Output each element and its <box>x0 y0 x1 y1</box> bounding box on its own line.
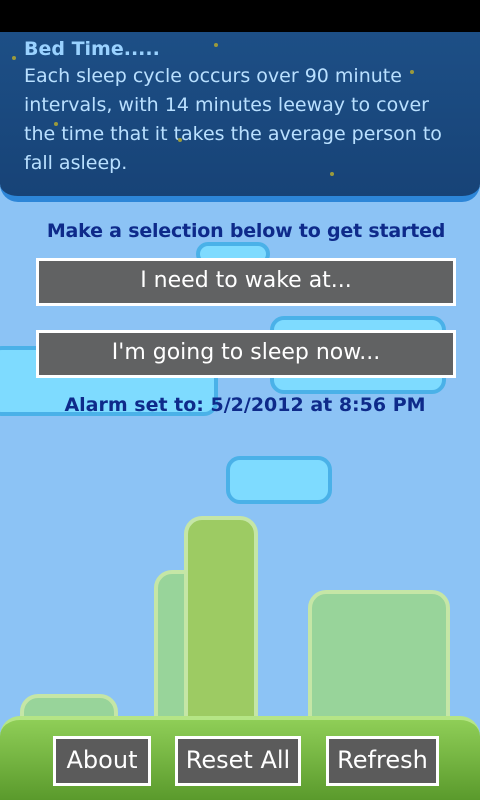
info-text: Each sleep cycle occurs over 90 minute i… <box>24 65 442 174</box>
star-decoration <box>214 43 218 47</box>
star-decoration <box>178 138 182 142</box>
wake-at-button[interactable]: I need to wake at... <box>36 258 456 306</box>
about-button[interactable]: About <box>53 736 151 786</box>
selection-prompt: Make a selection below to get started <box>46 220 446 242</box>
star-decoration <box>410 70 414 74</box>
reset-all-button[interactable]: Reset All <box>175 736 301 786</box>
sleep-now-button[interactable]: I'm going to sleep now... <box>36 330 456 378</box>
star-decoration <box>330 172 334 176</box>
star-decoration <box>12 56 16 60</box>
info-title: Bed Time..... <box>24 38 160 60</box>
info-panel: Bed Time..... Each sleep cycle occurs ov… <box>0 32 480 202</box>
refresh-button[interactable]: Refresh <box>326 736 439 786</box>
status-bar <box>0 0 480 32</box>
building-decoration <box>308 590 450 736</box>
star-decoration <box>54 122 58 126</box>
alarm-status: Alarm set to: 5/2/2012 at 8:56 PM <box>64 394 426 416</box>
building-decoration <box>184 516 258 736</box>
cloud-decoration <box>226 456 332 504</box>
